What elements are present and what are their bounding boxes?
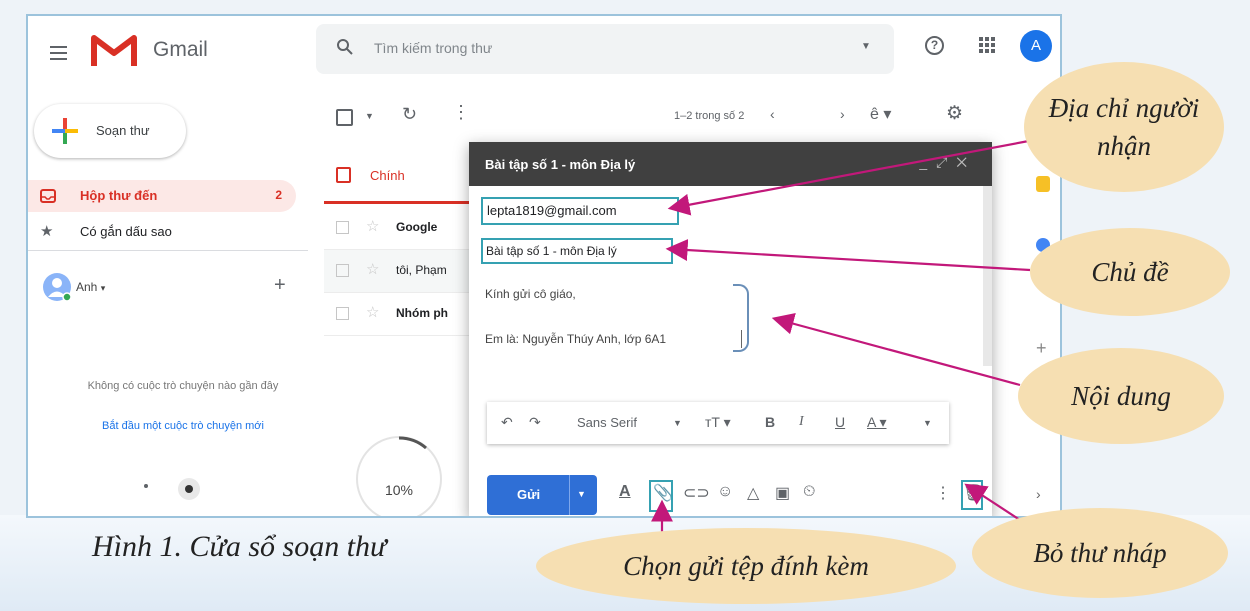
figure-caption: Hình 1. Cửa sổ soạn thư <box>92 530 387 563</box>
callout-recipient: Địa chỉ người nhận <box>1024 62 1224 192</box>
callout-content: Nội dung <box>1018 348 1224 444</box>
callout-subject: Chủ đề <box>1030 228 1230 316</box>
callout-attach: Chọn gửi tệp đính kèm <box>536 528 956 604</box>
callout-discard: Bỏ thư nháp <box>972 508 1228 598</box>
